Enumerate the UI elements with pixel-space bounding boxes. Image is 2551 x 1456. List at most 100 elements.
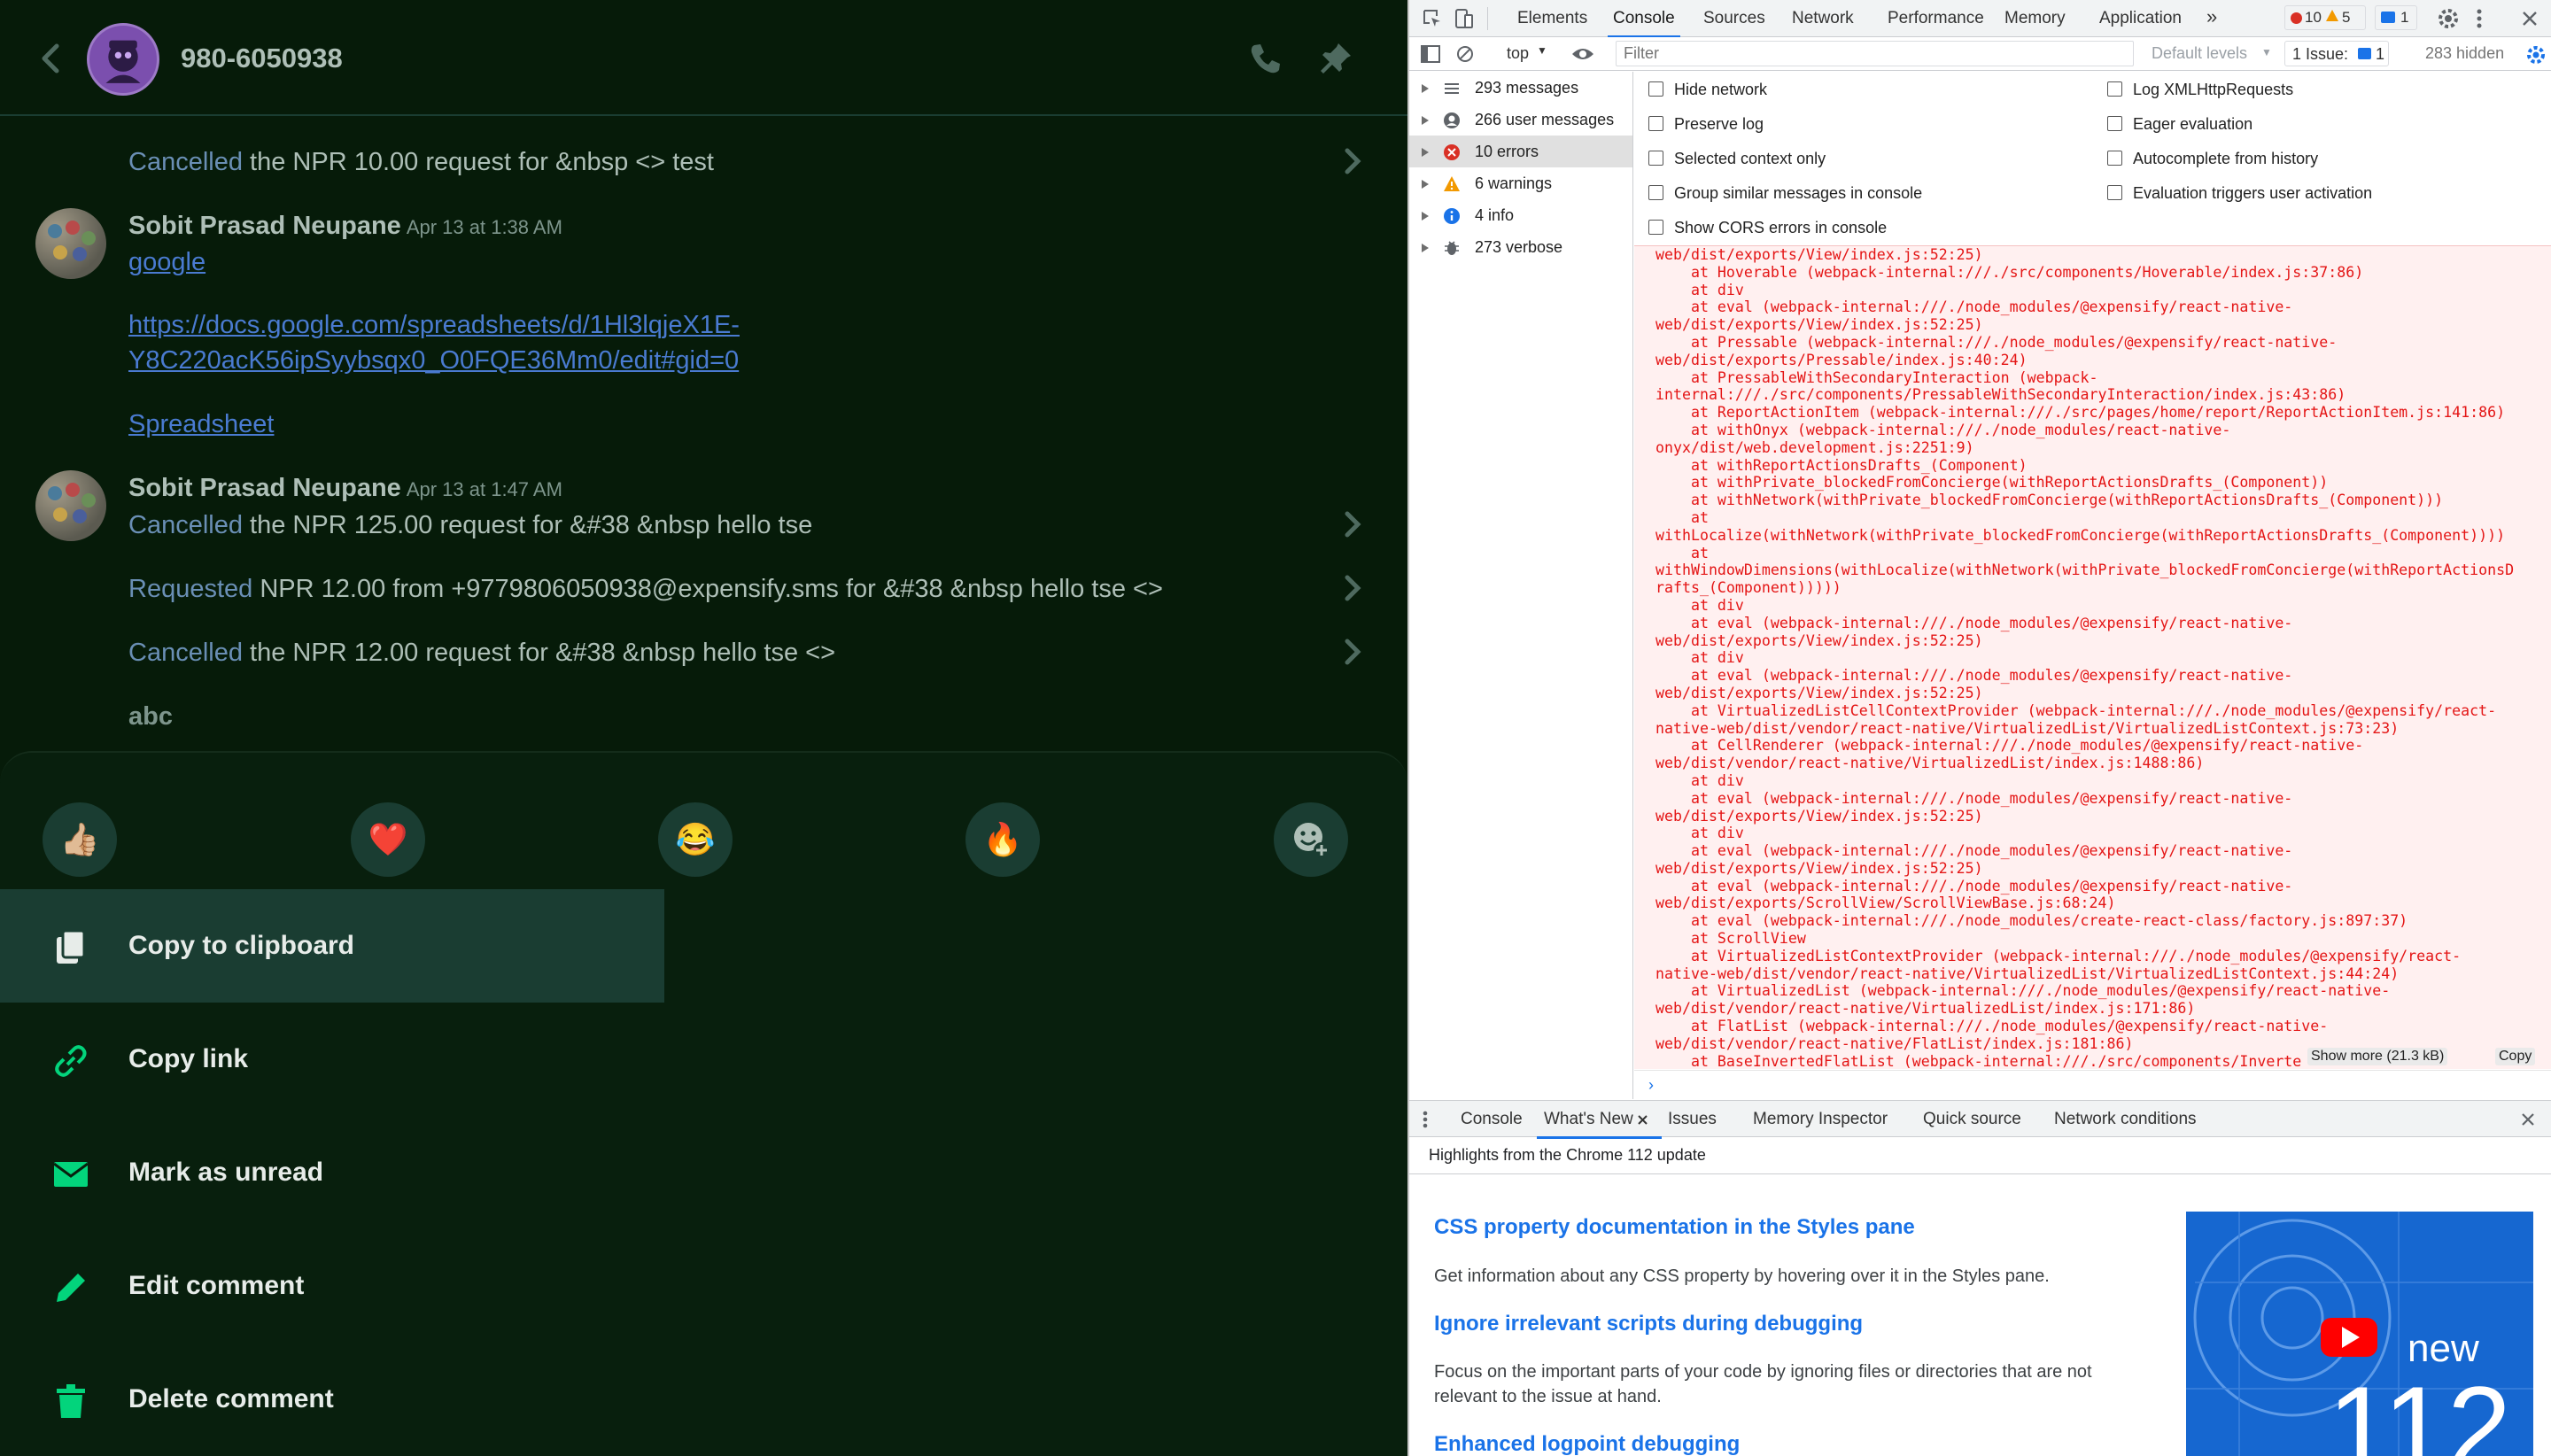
more-tabs-icon[interactable]: » — [2206, 5, 2217, 28]
copy-link-button[interactable]: Copy link — [0, 1003, 664, 1116]
edit-comment-button[interactable]: Edit comment — [0, 1229, 664, 1343]
log-levels-dropdown[interactable]: Default levels — [2152, 44, 2247, 63]
reaction-fire[interactable]: 🔥 — [965, 802, 1040, 877]
sidebar-item-verbose[interactable]: 273 verbose — [1409, 231, 1632, 263]
evaluation-triggers-checkbox[interactable]: Evaluation triggers user activation — [2107, 184, 2372, 203]
message-row[interactable]: Cancelled the NPR 10.00 request for &nbs… — [128, 148, 714, 177]
filter-input[interactable]: Filter — [1616, 41, 2134, 66]
tab-application[interactable]: Application — [2099, 9, 2182, 28]
expand-arrow-icon[interactable] — [1422, 116, 1429, 125]
drawer-menu-icon[interactable] — [1422, 1110, 1429, 1129]
tab-performance[interactable]: Performance — [1888, 9, 1984, 28]
inspect-element-icon[interactable] — [1422, 8, 1443, 29]
autocomplete-checkbox[interactable]: Autocomplete from history — [2107, 150, 2318, 168]
message-link[interactable]: https://docs.google.com/spreadsheets/d/1… — [128, 307, 740, 343]
close-drawer-icon[interactable] — [2520, 1111, 2536, 1127]
whats-new-item-title[interactable]: Enhanced logpoint debugging — [1434, 1432, 1740, 1456]
sidebar-item-messages[interactable]: 293 messages — [1409, 72, 1632, 104]
eager-evaluation-checkbox[interactable]: Eager evaluation — [2107, 115, 2252, 134]
add-reaction-button[interactable] — [1274, 802, 1348, 877]
delete-comment-button[interactable]: Delete comment — [0, 1343, 664, 1456]
chevron-right-icon[interactable] — [1339, 573, 1366, 603]
whats-new-item-title[interactable]: Ignore irrelevant scripts during debuggi… — [1434, 1312, 1863, 1336]
selected-context-checkbox[interactable]: Selected context only — [1648, 150, 1826, 168]
whats-new-item-title[interactable]: CSS property documentation in the Styles… — [1434, 1215, 1915, 1240]
mark-as-unread-button[interactable]: Mark as unread — [0, 1116, 664, 1229]
avatar[interactable] — [35, 470, 106, 541]
avatar[interactable] — [35, 208, 106, 279]
message-row[interactable]: Cancelled the NPR 12.00 request for &#38… — [128, 639, 835, 668]
sidebar-item-user-messages[interactable]: 266 user messages — [1409, 104, 1632, 136]
expand-arrow-icon[interactable] — [1422, 148, 1429, 157]
chevron-right-icon[interactable] — [1339, 509, 1366, 539]
reaction-heart[interactable]: ❤️ — [351, 802, 425, 877]
console-output[interactable]: web/dist/exports/View/index.js:52:25) at… — [1634, 245, 2551, 1069]
sidebar-item-errors[interactable]: 10 errors — [1409, 136, 1632, 167]
avatar[interactable] — [87, 23, 159, 96]
message-link[interactable]: Y8C220acK56ipSyybsqx0_O0FQE36Mm0/edit#gi… — [128, 343, 739, 378]
phone-icon[interactable] — [1247, 41, 1283, 76]
expand-arrow-icon[interactable] — [1422, 212, 1429, 221]
divider — [1487, 7, 1488, 30]
context-selector[interactable]: top — [1507, 44, 1529, 63]
clipboard-icon — [57, 929, 86, 964]
whats-new-video-thumbnail[interactable]: new 112 — [2186, 1212, 2533, 1456]
message-row[interactable]: abc — [128, 702, 173, 732]
reaction-thumbs-up[interactable]: 👍🏼 — [43, 802, 117, 877]
log-xhr-checkbox[interactable]: Log XMLHttpRequests — [2107, 81, 2293, 99]
tab-console[interactable]: Console — [1608, 9, 1680, 38]
page-title: 980-6050938 — [181, 43, 343, 74]
copy-button[interactable]: Copy — [2495, 1048, 2536, 1065]
drawer-tab-network-conditions[interactable]: Network conditions — [2054, 1110, 2197, 1129]
device-toolbar-icon[interactable] — [1454, 7, 1475, 30]
tab-memory[interactable]: Memory — [2004, 9, 2066, 28]
drawer-tab-console[interactable]: Console — [1461, 1110, 1523, 1129]
eye-icon[interactable] — [1570, 45, 1595, 63]
message-row[interactable]: Cancelled the NPR 125.00 request for &#3… — [128, 511, 812, 540]
chevron-right-icon[interactable] — [1339, 637, 1366, 667]
tab-sources[interactable]: Sources — [1703, 9, 1765, 28]
message-row[interactable]: Requested NPR 12.00 from +9779806050938@… — [128, 575, 1163, 604]
sidebar-toggle-icon[interactable] — [1420, 44, 1441, 64]
expand-arrow-icon[interactable] — [1422, 180, 1429, 189]
expand-arrow-icon[interactable] — [1422, 244, 1429, 252]
close-icon[interactable] — [2520, 9, 2539, 28]
chevron-right-icon[interactable] — [1339, 146, 1366, 176]
clear-console-icon[interactable] — [1455, 44, 1475, 64]
drawer-tab-memory-inspector[interactable]: Memory Inspector — [1753, 1110, 1888, 1129]
expand-arrow-icon[interactable] — [1422, 84, 1429, 93]
close-tab-icon[interactable] — [1637, 1114, 1648, 1126]
heart-icon: ❤️ — [368, 821, 408, 857]
preserve-log-checkbox[interactable]: Preserve log — [1648, 115, 1764, 134]
pin-icon[interactable] — [1318, 41, 1353, 76]
error-warning-counter[interactable]: 10 5 — [2284, 5, 2366, 30]
drawer-tab-whats-new[interactable]: What's New — [1537, 1110, 1662, 1139]
list-icon — [1445, 83, 1459, 94]
issues-button[interactable]: 1 Issue: 1 — [2284, 41, 2389, 66]
show-more-button[interactable]: Show more (21.3 kB) — [2307, 1048, 2448, 1065]
issues-counter[interactable]: 1 — [2375, 5, 2417, 30]
reaction-laugh[interactable]: 😂 — [658, 802, 733, 877]
group-similar-checkbox[interactable]: Group similar messages in console — [1648, 184, 1922, 203]
message-icon — [2381, 12, 2395, 23]
sidebar-item-warnings[interactable]: 6 warnings — [1409, 167, 1632, 199]
dropdown-arrow-icon[interactable]: ▼ — [1537, 44, 1547, 57]
console-settings-icon[interactable] — [2525, 44, 2547, 66]
drawer-tab-issues[interactable]: Issues — [1668, 1110, 1717, 1129]
tab-network[interactable]: Network — [1792, 9, 1854, 28]
back-arrow-icon[interactable] — [35, 41, 67, 76]
sidebar-item-info[interactable]: 4 info — [1409, 199, 1632, 231]
console-prompt[interactable]: › — [1634, 1070, 2551, 1100]
more-options-icon[interactable] — [2476, 8, 2483, 29]
gear-icon[interactable] — [2437, 7, 2460, 30]
copy-to-clipboard-button[interactable]: Copy to clipboard — [0, 889, 664, 1003]
add-emoji-icon — [1294, 823, 1330, 858]
dropdown-arrow-icon[interactable]: ▼ — [2261, 46, 2272, 58]
tab-elements[interactable]: Elements — [1517, 9, 1587, 28]
hide-network-checkbox[interactable]: Hide network — [1648, 81, 1767, 99]
message-link[interactable]: Spreadsheet — [128, 407, 274, 442]
show-cors-checkbox[interactable]: Show CORS errors in console — [1648, 219, 1887, 237]
message-link[interactable]: google — [128, 244, 205, 280]
drawer-tab-quick-source[interactable]: Quick source — [1923, 1110, 2021, 1129]
message-author: Sobit Prasad Neupane Apr 13 at 1:38 AM — [128, 212, 562, 240]
